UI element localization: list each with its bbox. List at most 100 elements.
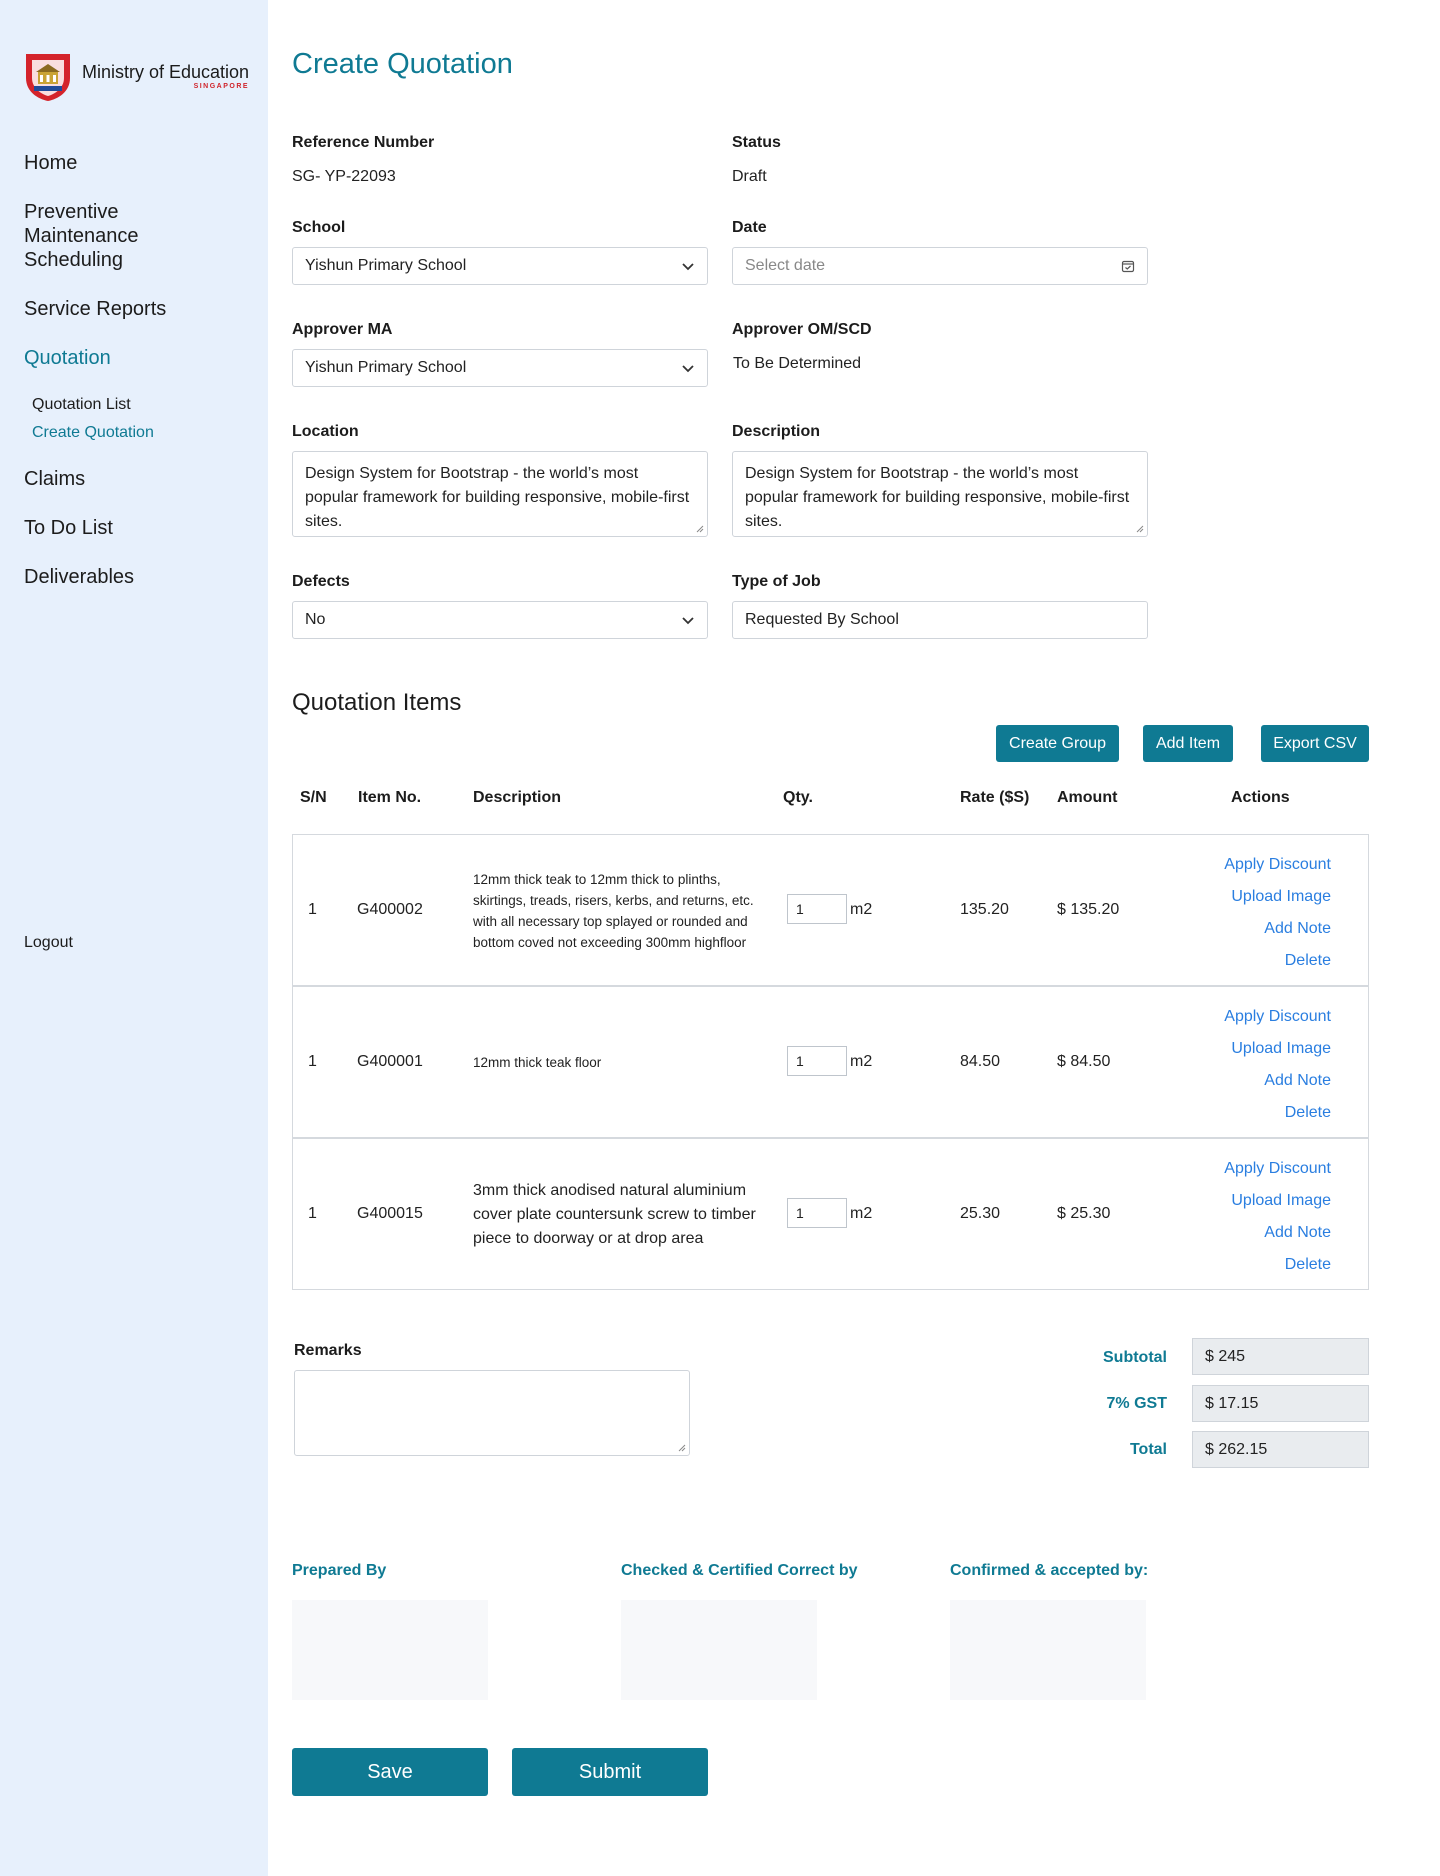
checked-by-signature[interactable]: [621, 1600, 817, 1700]
approver-om-value: To Be Determined: [733, 355, 862, 372]
approver-ma-select[interactable]: Yishun Primary School: [292, 349, 708, 387]
nav-service-reports[interactable]: Service Reports: [24, 297, 166, 321]
nav-deliverables[interactable]: Deliverables: [24, 565, 134, 589]
row-sn: 1: [308, 1205, 317, 1222]
upload-image-link[interactable]: Upload Image: [1224, 1185, 1331, 1217]
description-label: Description: [732, 423, 821, 440]
checked-by-label: Checked & Certified Correct by: [621, 1562, 858, 1579]
delete-link[interactable]: Delete: [1224, 1097, 1331, 1129]
date-input[interactable]: Select date: [732, 247, 1148, 285]
location-label: Location: [292, 423, 359, 440]
school-select[interactable]: Yishun Primary School: [292, 247, 708, 285]
header-item-no: Item No.: [358, 789, 422, 806]
description-text: Design System for Bootstrap - the world’…: [745, 465, 1130, 530]
school-select-value: Yishun Primary School: [305, 257, 467, 274]
row-description: 12mm thick teak floor: [473, 1055, 602, 1070]
resize-grip-icon[interactable]: [1135, 524, 1144, 533]
job-type-value: Requested By School: [745, 611, 899, 628]
table-row: 1 G400015 3mm thick anodised natural alu…: [292, 1138, 1369, 1290]
upload-image-link[interactable]: Upload Image: [1224, 881, 1331, 913]
header-qty: Qty.: [783, 789, 813, 806]
nav-preventive-maintenance-scheduling[interactable]: Preventive Maintenance Scheduling: [24, 200, 139, 272]
row-amount: $ 25.30: [1057, 1205, 1111, 1222]
logout-link[interactable]: Logout: [24, 934, 73, 952]
export-csv-button[interactable]: Export CSV: [1261, 725, 1369, 762]
approver-ma-label: Approver MA: [292, 321, 393, 338]
status-value: Draft: [732, 168, 767, 185]
add-note-link[interactable]: Add Note: [1224, 1065, 1331, 1097]
row-unit: m2: [850, 901, 873, 918]
apply-discount-link[interactable]: Apply Discount: [1224, 1153, 1331, 1185]
status-label: Status: [732, 134, 781, 151]
resize-grip-icon[interactable]: [695, 524, 704, 533]
moe-logo[interactable]: Ministry of Education SINGAPORE: [24, 50, 249, 102]
defects-select[interactable]: No: [292, 601, 708, 639]
row-sn: 1: [308, 1053, 317, 1070]
qty-input[interactable]: 1: [787, 1198, 847, 1228]
add-note-link[interactable]: Add Note: [1224, 1217, 1331, 1249]
row-description: 3mm thick anodised natural aluminium cov…: [473, 1182, 756, 1247]
apply-discount-link[interactable]: Apply Discount: [1224, 849, 1331, 881]
school-label: School: [292, 219, 346, 236]
row-rate: 135.20: [960, 901, 1009, 918]
date-placeholder: Select date: [745, 257, 826, 274]
upload-image-link[interactable]: Upload Image: [1224, 1033, 1331, 1065]
add-note-link[interactable]: Add Note: [1224, 913, 1331, 945]
submit-button[interactable]: Submit: [512, 1748, 708, 1796]
qty-input[interactable]: 1: [787, 894, 847, 924]
qty-input[interactable]: 1: [787, 1046, 847, 1076]
chevron-down-icon: [682, 365, 694, 373]
confirmed-by-label: Confirmed & accepted by:: [950, 1562, 1149, 1579]
table-row: 1 G400001 12mm thick teak floor 1 m2 84.…: [292, 986, 1369, 1138]
row-sn: 1: [308, 901, 317, 918]
delete-link[interactable]: Delete: [1224, 1249, 1331, 1281]
description-textarea[interactable]: Design System for Bootstrap - the world’…: [732, 451, 1148, 537]
delete-link[interactable]: Delete: [1224, 945, 1331, 977]
quotation-items-title: Quotation Items: [292, 689, 462, 716]
nav-create-quotation[interactable]: Create Quotation: [32, 424, 154, 442]
nav-to-do-list[interactable]: To Do List: [24, 516, 113, 540]
row-actions: Apply Discount Upload Image Add Note Del…: [1224, 1001, 1331, 1129]
add-item-button[interactable]: Add Item: [1143, 725, 1233, 762]
row-amount: $ 135.20: [1057, 901, 1120, 918]
nav-quotation[interactable]: Quotation: [24, 346, 111, 370]
row-item-no: G400001: [357, 1053, 423, 1070]
apply-discount-link[interactable]: Apply Discount: [1224, 1001, 1331, 1033]
row-item-no: G400015: [357, 1205, 423, 1222]
prepared-by-signature[interactable]: [292, 1600, 488, 1700]
page-title: Create Quotation: [292, 48, 513, 80]
total-field: $ 262.15: [1192, 1431, 1369, 1468]
remarks-textarea[interactable]: [294, 1370, 690, 1456]
job-type-label: Type of Job: [732, 573, 821, 590]
row-rate: 84.50: [960, 1053, 1001, 1070]
nav-quotation-list[interactable]: Quotation List: [32, 396, 131, 414]
nav-home[interactable]: Home: [24, 151, 77, 175]
approver-ma-value: Yishun Primary School: [305, 359, 467, 376]
reference-label: Reference Number: [292, 134, 435, 151]
row-actions: Apply Discount Upload Image Add Note Del…: [1224, 849, 1331, 977]
save-button[interactable]: Save: [292, 1748, 488, 1796]
prepared-by-label: Prepared By: [292, 1562, 387, 1579]
row-unit: m2: [850, 1205, 873, 1222]
confirmed-by-signature[interactable]: [950, 1600, 1146, 1700]
row-item-no: G400002: [357, 901, 423, 918]
resize-grip-icon[interactable]: [677, 1443, 686, 1452]
nav-claims[interactable]: Claims: [24, 467, 85, 491]
reference-value: SG- YP-22093: [292, 168, 396, 185]
create-group-button[interactable]: Create Group: [996, 725, 1119, 762]
sidebar: Ministry of Education SINGAPORE Home Pre…: [0, 0, 268, 1876]
calendar-icon[interactable]: [1121, 259, 1135, 273]
gst-field: $ 17.15: [1192, 1385, 1369, 1422]
table-row: 1 G400002 12mm thick teak to 12mm thick …: [292, 834, 1369, 986]
row-description: 12mm thick teak to 12mm thick to plinths…: [473, 872, 754, 950]
subtotal-field: $ 245: [1192, 1338, 1369, 1375]
header-amount: Amount: [1057, 789, 1118, 806]
header-sn: S/N: [300, 789, 327, 806]
chevron-down-icon: [682, 617, 694, 625]
defects-value: No: [305, 611, 326, 628]
row-amount: $ 84.50: [1057, 1053, 1111, 1070]
total-label: Total: [1129, 1441, 1167, 1458]
job-type-input[interactable]: Requested By School: [732, 601, 1148, 639]
logo-subtitle: SINGAPORE: [193, 83, 250, 90]
location-textarea[interactable]: Design System for Bootstrap - the world’…: [292, 451, 708, 537]
